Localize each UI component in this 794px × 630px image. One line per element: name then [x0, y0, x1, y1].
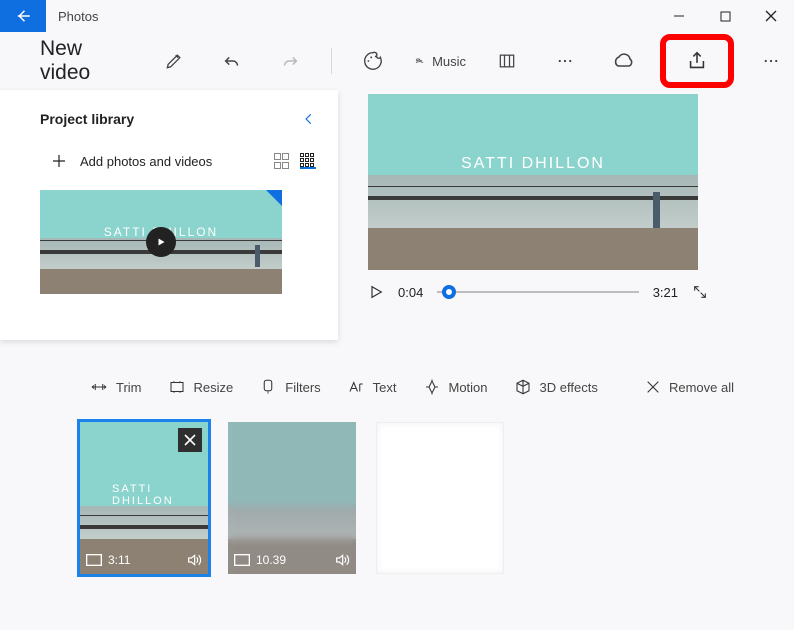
empty-clip-slot[interactable]	[376, 422, 504, 574]
redo-button[interactable]	[273, 44, 307, 78]
project-library-panel: Project library Add photos and videos SA…	[0, 90, 338, 340]
clips-row: SATTI DHILLON 3:11 10.39	[50, 404, 794, 574]
maximize-button[interactable]	[702, 0, 748, 32]
remove-clip-button[interactable]	[178, 428, 202, 452]
text-icon	[347, 378, 365, 396]
grid-view-small-button[interactable]	[300, 153, 316, 169]
play-button[interactable]	[368, 284, 384, 300]
aspect-icon	[234, 554, 250, 566]
undo-button[interactable]	[215, 44, 249, 78]
content-upper: Project library Add photos and videos SA…	[0, 90, 794, 340]
play-thumbnail-button[interactable]	[146, 227, 176, 257]
grid-view-large-button[interactable]	[274, 153, 290, 169]
resize-icon	[168, 378, 186, 396]
aspect-icon	[86, 554, 102, 566]
close-button[interactable]	[748, 0, 794, 32]
remove-all-button[interactable]: Remove all	[645, 370, 734, 404]
separator	[331, 48, 332, 74]
filters-button[interactable]: Filters	[259, 370, 320, 404]
project-library-title: Project library	[40, 111, 134, 127]
volume-icon[interactable]	[334, 552, 350, 568]
aspect-ratio-button[interactable]	[490, 44, 524, 78]
clip-duration: 3:11	[108, 553, 130, 567]
more-options-button[interactable]	[548, 44, 582, 78]
timeline-section: Trim Resize Filters Text Motion 3D effec…	[0, 340, 794, 574]
trim-button[interactable]: Trim	[90, 370, 142, 404]
app-title: Photos	[58, 9, 656, 24]
project-title: New video	[40, 37, 125, 85]
text-button[interactable]: Text	[347, 370, 397, 404]
x-icon	[645, 379, 661, 395]
preview-video[interactable]: SATTI DHILLON	[368, 94, 698, 270]
fold-indicator-icon	[266, 190, 282, 206]
add-media-label: Add photos and videos	[80, 154, 212, 169]
seek-bar[interactable]	[437, 291, 638, 293]
preview-caption: SATTI DHILLON	[461, 155, 605, 173]
total-time: 3:21	[653, 285, 678, 300]
clip-duration: 10.39	[256, 553, 286, 567]
preview-area: SATTI DHILLON 0:04 3:21	[368, 90, 794, 340]
motion-icon	[423, 378, 441, 396]
edit-title-button[interactable]	[157, 44, 191, 78]
export-button[interactable]	[680, 44, 714, 78]
minimize-button[interactable]	[656, 0, 702, 32]
clip-item[interactable]: SATTI DHILLON 3:11	[80, 422, 208, 574]
current-time: 0:04	[398, 285, 423, 300]
window-controls	[656, 0, 794, 32]
player-controls: 0:04 3:21	[368, 284, 708, 300]
more-menu-button[interactable]	[754, 44, 788, 78]
clip-caption: SATTI DHILLON	[112, 483, 176, 507]
collapse-panel-button[interactable]	[302, 108, 316, 130]
fullscreen-button[interactable]	[692, 284, 708, 300]
add-media-button[interactable]: Add photos and videos	[50, 152, 212, 170]
volume-icon[interactable]	[186, 552, 202, 568]
back-button[interactable]	[0, 0, 46, 32]
filters-icon	[259, 378, 277, 396]
cloud-sync-button[interactable]	[606, 44, 640, 78]
theme-button[interactable]	[356, 44, 390, 78]
motion-button[interactable]: Motion	[423, 370, 488, 404]
plus-icon	[50, 152, 68, 170]
resize-button[interactable]: Resize	[168, 370, 234, 404]
clip-item[interactable]: 10.39	[228, 422, 356, 574]
seek-thumb[interactable]	[442, 285, 456, 299]
export-highlight	[660, 34, 734, 88]
library-thumbnail[interactable]: SATTI DHILLON	[40, 190, 282, 294]
titlebar: Photos	[0, 0, 794, 32]
3d-effects-button[interactable]: 3D effects	[514, 370, 598, 404]
timeline-tools: Trim Resize Filters Text Motion 3D effec…	[50, 370, 794, 404]
music-label: Music	[432, 54, 466, 69]
music-button[interactable]: Music	[414, 44, 466, 78]
trim-icon	[90, 378, 108, 396]
cube-icon	[514, 378, 532, 396]
toolbar: New video Music	[0, 32, 794, 90]
